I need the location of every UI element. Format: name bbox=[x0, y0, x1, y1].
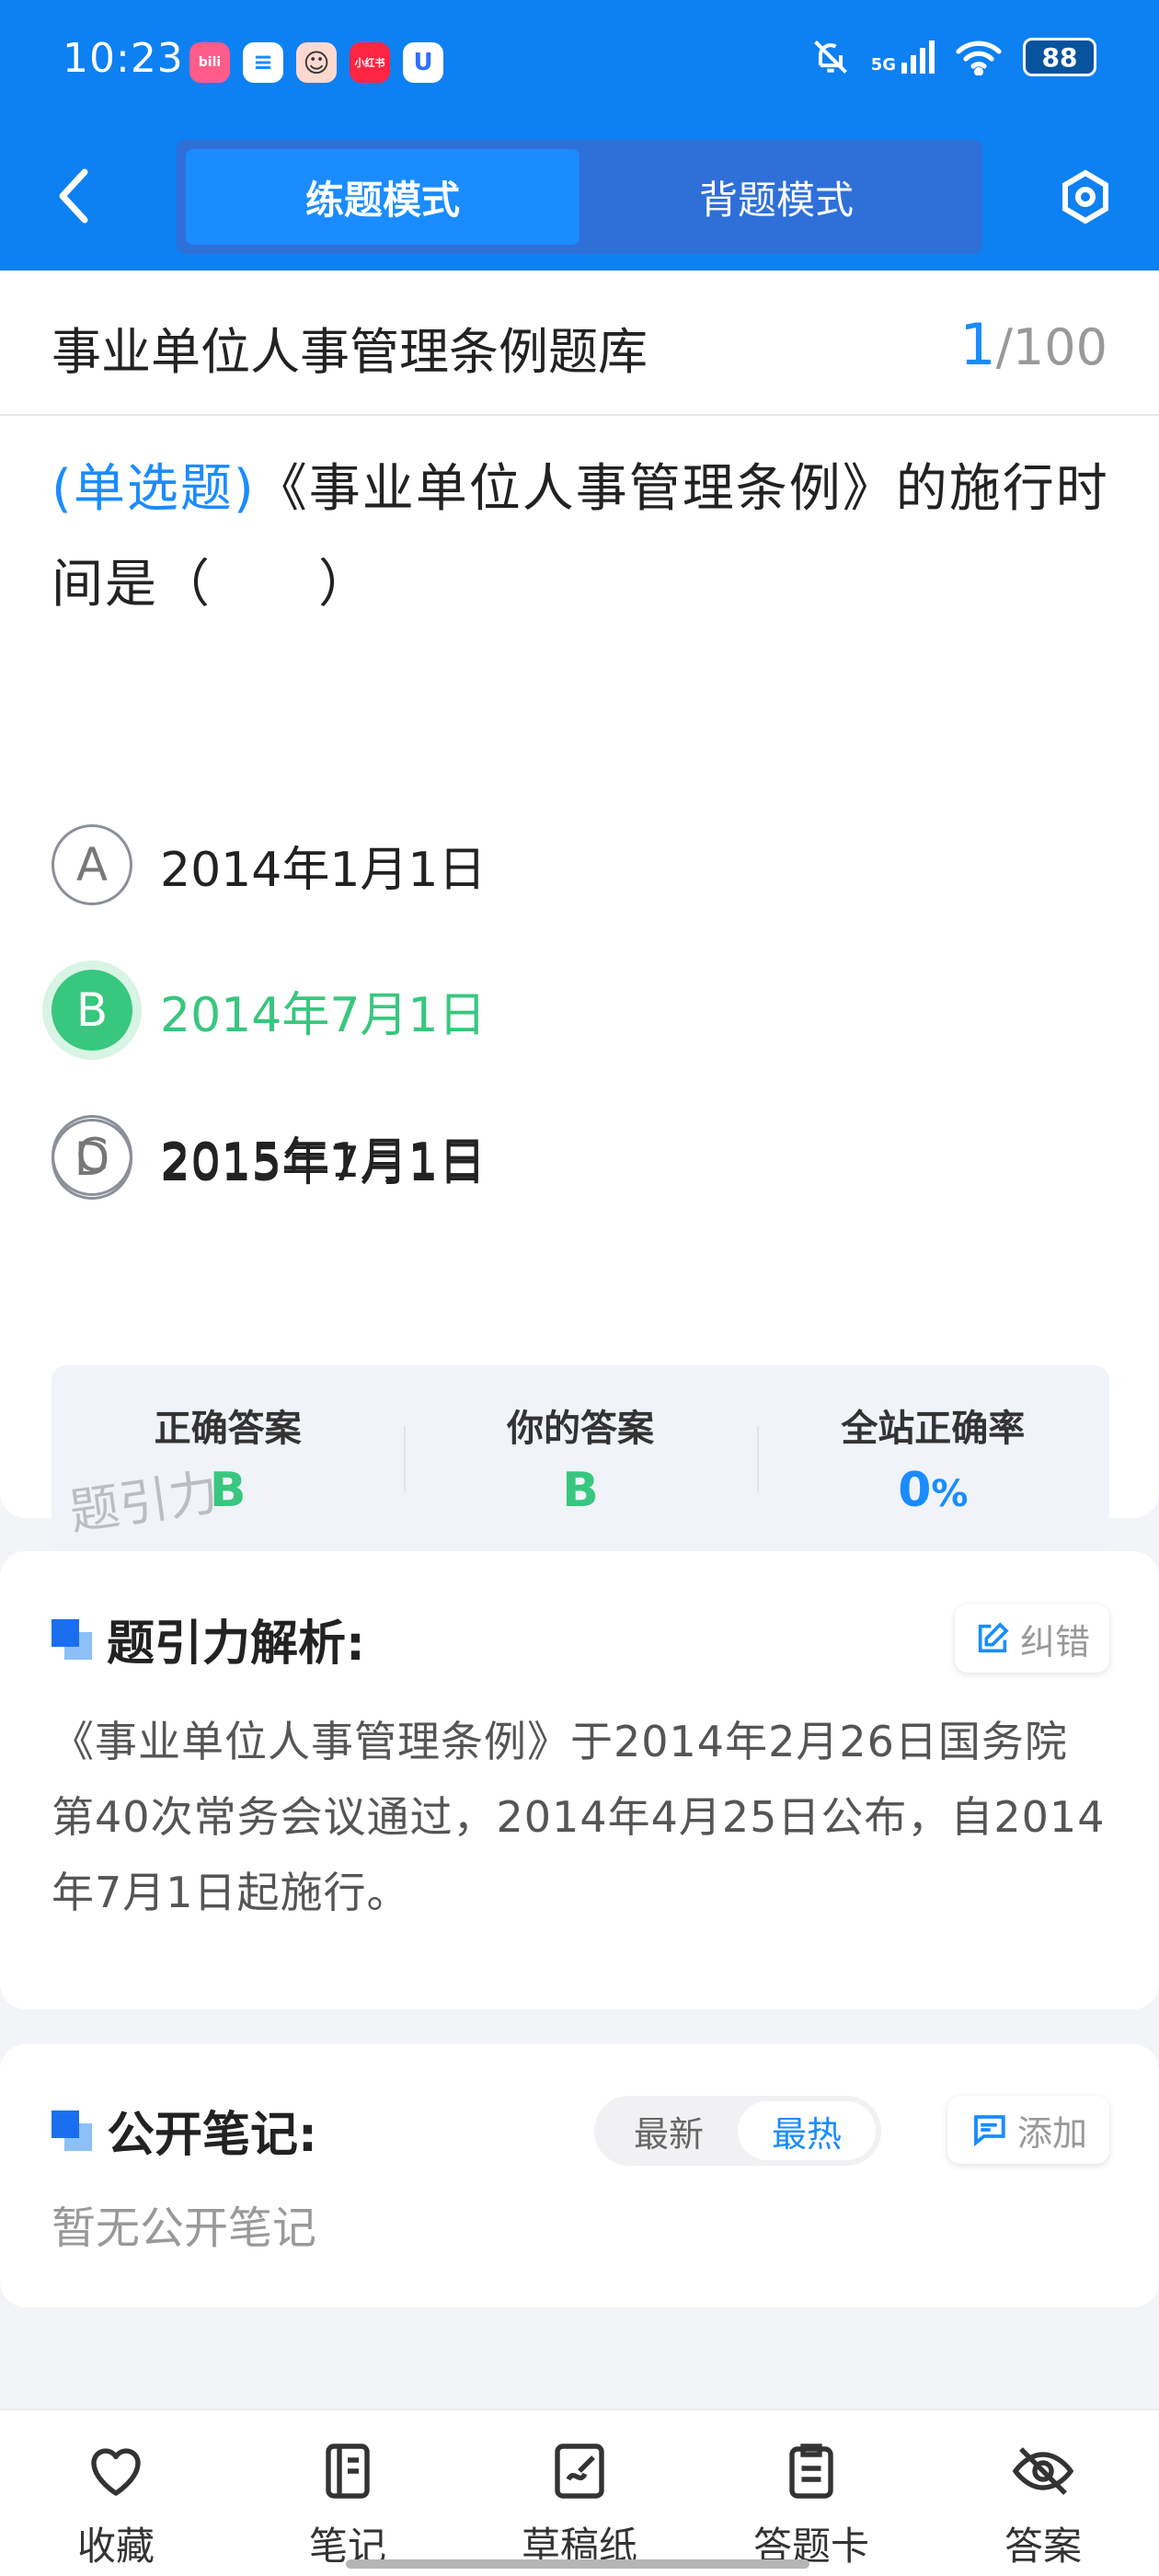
tab-memorize-mode[interactable]: 背题模式 bbox=[580, 149, 973, 245]
draft-paper-icon bbox=[555, 2444, 604, 2499]
status-bar: 10:23 bili ≡ ☺ 小红书 U 5G 88 bbox=[0, 0, 1159, 129]
option-a[interactable]: A 2014年1月1日 bbox=[52, 822, 1063, 907]
status-time: 10:23 bbox=[63, 35, 184, 82]
settings-button[interactable] bbox=[1052, 164, 1119, 230]
home-indicator[interactable] bbox=[346, 2559, 809, 2569]
correct-answer-label: 正确答案 bbox=[154, 1408, 302, 1450]
xiaohongshu-icon: 小红书 bbox=[350, 42, 390, 83]
accuracy-rate-col: 全站正确率 0% bbox=[756, 1365, 1109, 1553]
answer-summary: 正确答案 B 题引力 你的答案 B 全站正确率 0% bbox=[52, 1365, 1109, 1553]
analysis-card: 题引力解析: 纠错 《事业单位人事管理条例》于2014年2月26日国务院第40次… bbox=[0, 1551, 1159, 2009]
public-notes-card: 公开笔记: 最新 最热 添加 暂无公开笔记 bbox=[0, 2044, 1159, 2307]
edit-icon bbox=[978, 1622, 1009, 1653]
option-text: 2014年1月1日 bbox=[160, 842, 487, 898]
empty-notes-text: 暂无公开笔记 bbox=[52, 2202, 317, 2254]
header: 10:23 bili ≡ ☺ 小红书 U 5G 88 练题模式 背题模式 bbox=[0, 0, 1159, 270]
option-letter: A bbox=[52, 824, 132, 905]
chevron-left-icon bbox=[59, 168, 88, 224]
section-square-icon bbox=[52, 2110, 92, 2151]
wifi-icon bbox=[956, 40, 1002, 75]
answer-card-icon bbox=[789, 2444, 833, 2499]
status-right: 5G 88 bbox=[810, 37, 1096, 77]
section-square-icon bbox=[52, 1618, 92, 1660]
nav-label: 答案 bbox=[1004, 2524, 1082, 2569]
accuracy-rate-label: 全站正确率 bbox=[841, 1408, 1026, 1450]
sort-hottest[interactable]: 最热 bbox=[738, 2101, 876, 2160]
notification-icons: bili ≡ ☺ 小红书 U bbox=[189, 42, 443, 83]
notes-title: 公开笔记: bbox=[107, 2108, 317, 2163]
correct-answer-col: 正确答案 B 题引力 bbox=[52, 1365, 404, 1553]
option-b[interactable]: B 2014年7月1日 bbox=[52, 968, 1063, 1052]
avatar-app-icon: ☺ bbox=[296, 42, 337, 83]
add-note-label: 添加 bbox=[1016, 2112, 1087, 2154]
analysis-header: 题引力解析: bbox=[52, 1604, 365, 1673]
report-error-label: 纠错 bbox=[1019, 1621, 1090, 1662]
report-error-button[interactable]: 纠错 bbox=[955, 1604, 1109, 1673]
cellular-signal-icon: 5G bbox=[871, 40, 935, 74]
option-text: 2014年7月1日 bbox=[160, 987, 487, 1043]
battery-indicator: 88 bbox=[1023, 38, 1096, 76]
nav-notes[interactable]: 笔记 bbox=[232, 2410, 464, 2576]
question-counter[interactable]: 1/100 bbox=[959, 311, 1107, 378]
total-questions: /100 bbox=[995, 318, 1107, 376]
mode-toggle: 练题模式 背题模式 bbox=[177, 140, 982, 254]
current-question-number: 1 bbox=[959, 311, 996, 378]
back-button[interactable] bbox=[53, 166, 94, 226]
sort-latest[interactable]: 最新 bbox=[600, 2101, 738, 2160]
heart-icon bbox=[91, 2448, 141, 2496]
your-answer-col: 你的答案 B bbox=[404, 1365, 756, 1553]
nav-label: 收藏 bbox=[76, 2524, 155, 2569]
nav-favorite[interactable]: 收藏 bbox=[0, 2410, 232, 2576]
bilibili-icon: bili bbox=[189, 42, 230, 83]
analysis-title: 题引力解析: bbox=[107, 1616, 365, 1672]
nav-show-answer[interactable]: 答案 bbox=[927, 2410, 1159, 2576]
question-bank-row: 事业单位人事管理条例题库 1/100 bbox=[0, 270, 1159, 416]
option-text: 2015年7月1日 bbox=[160, 1136, 487, 1192]
comment-icon bbox=[974, 2115, 1005, 2147]
nav-draft-paper[interactable]: 草稿纸 bbox=[464, 2410, 695, 2576]
question-bank-title: 事业单位人事管理条例题库 bbox=[52, 323, 648, 381]
option-d[interactable]: D 2015年7月1日 bbox=[52, 1117, 1063, 1202]
option-letter: B bbox=[52, 970, 132, 1051]
question-card: 事业单位人事管理条例题库 1/100 (单选题)《事业单位人事管理条例》的施行时… bbox=[0, 270, 1159, 1553]
u-app-icon: U bbox=[403, 42, 443, 83]
notes-header: 公开笔记: bbox=[52, 2096, 317, 2165]
mute-bell-icon bbox=[813, 40, 847, 74]
notebook-icon bbox=[326, 2444, 370, 2499]
tab-practice-mode[interactable]: 练题模式 bbox=[186, 149, 580, 245]
question-stem: (单选题)《事业单位人事管理条例》的施行时间是（ ） bbox=[52, 442, 1109, 633]
your-answer-label: 你的答案 bbox=[506, 1408, 654, 1450]
question-type: (单选题) bbox=[52, 459, 256, 519]
message-app-icon: ≡ bbox=[243, 42, 283, 83]
accuracy-rate-value: 0% bbox=[898, 1463, 969, 1518]
analysis-text: 《事业单位人事管理条例》于2014年2月26日国务院第40次常务会议通过，201… bbox=[52, 1717, 1106, 1917]
add-note-button[interactable]: 添加 bbox=[947, 2096, 1109, 2164]
hexagon-settings-icon bbox=[1062, 169, 1108, 224]
eye-off-icon bbox=[1012, 2447, 1074, 2495]
option-letter: D bbox=[52, 1119, 132, 1200]
your-answer-value: B bbox=[562, 1463, 599, 1518]
notes-sort-toggle: 最新 最热 bbox=[594, 2096, 881, 2166]
nav-answer-card[interactable]: 答题卡 bbox=[695, 2410, 927, 2576]
bottom-nav: 收藏 笔记 草稿纸 答题卡 答案 bbox=[0, 2409, 1159, 2576]
